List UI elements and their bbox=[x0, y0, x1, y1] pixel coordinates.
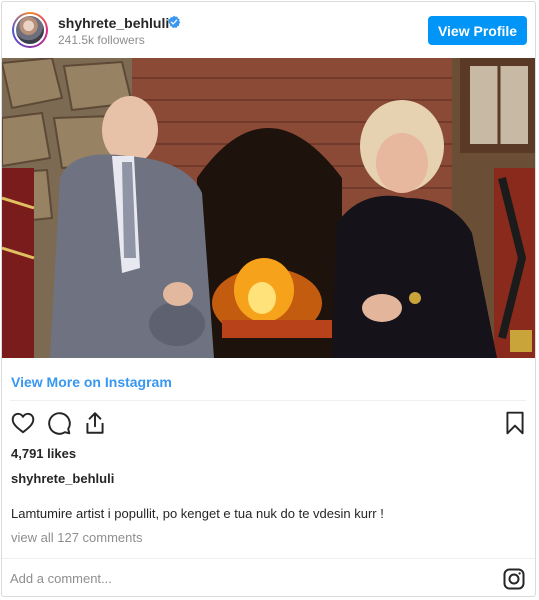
followers-count: 241.5k followers bbox=[58, 33, 145, 47]
comment-input[interactable]: Add a comment... bbox=[10, 571, 112, 586]
post-media[interactable] bbox=[2, 58, 535, 358]
bookmark-icon[interactable] bbox=[502, 410, 528, 436]
verified-badge-icon bbox=[168, 15, 181, 29]
avatar-image bbox=[14, 14, 46, 46]
comment-icon[interactable] bbox=[46, 410, 72, 436]
likes-count[interactable]: 4,791 likes bbox=[11, 446, 76, 461]
view-more-link[interactable]: View More on Instagram bbox=[11, 374, 172, 390]
post-header: shyhrete_behluli 241.5k followers View P… bbox=[2, 2, 535, 58]
divider bbox=[10, 400, 526, 401]
comment-bar: Add a comment... bbox=[2, 558, 535, 598]
caption-text: Lamtumire artist i popullit, po kenget e… bbox=[11, 506, 384, 521]
avatar[interactable] bbox=[12, 12, 48, 48]
video-thumbnail bbox=[2, 58, 535, 358]
username[interactable]: shyhrete_behluli bbox=[58, 15, 169, 31]
share-icon[interactable] bbox=[82, 410, 108, 436]
instagram-logo-icon[interactable] bbox=[502, 567, 526, 591]
instagram-embed: shyhrete_behluli 241.5k followers View P… bbox=[1, 1, 536, 597]
heart-icon[interactable] bbox=[10, 410, 36, 436]
view-profile-button[interactable]: View Profile bbox=[428, 16, 527, 45]
view-comments-link[interactable]: view all 127 comments bbox=[11, 530, 143, 545]
caption-username[interactable]: shyhrete_behluli bbox=[11, 471, 114, 486]
